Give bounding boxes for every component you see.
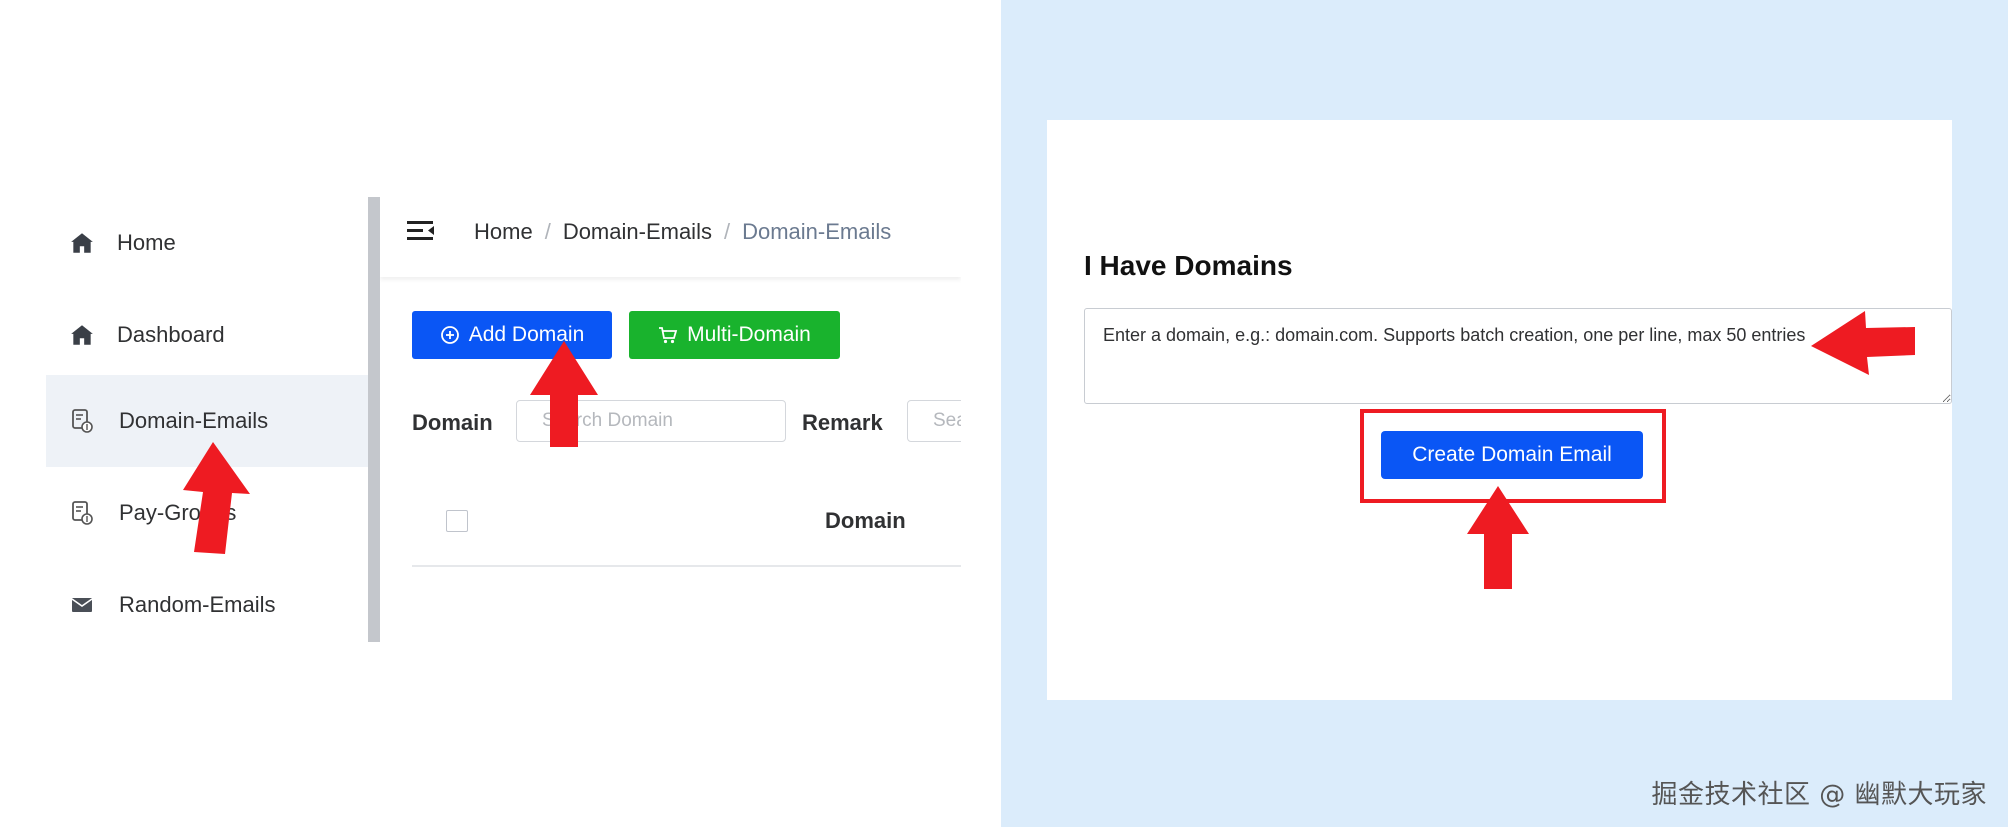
document-icon [68, 407, 96, 435]
domain-filter-label: Domain [412, 410, 493, 435]
mail-icon [68, 591, 96, 619]
sidebar-item-label: Domain-Emails [119, 408, 269, 433]
multi-domain-label: Multi-Domain [687, 323, 811, 346]
sidebar-item-label: Dashboard [117, 322, 225, 347]
sidebar-item-label: Pay-Groups [119, 500, 237, 525]
column-header-domain[interactable]: Domain [825, 508, 906, 534]
add-domain-button[interactable]: Add Domain [412, 311, 612, 359]
domain-search-input[interactable] [516, 400, 786, 442]
remark-search-input[interactable] [907, 400, 961, 442]
breadcrumb-separator: / [544, 219, 551, 244]
sidebar-item-label: Home [117, 230, 176, 255]
remark-filter-label: Remark [802, 410, 883, 435]
watermark: 掘金技术社区 @ 幽默大玩家 [1651, 780, 1987, 810]
sidebar: Home Dashboard Domain-Emails Pay-Groups … [46, 197, 379, 642]
breadcrumb-current: Domain-Emails [742, 219, 892, 244]
sidebar-item-dashboard[interactable]: Dashboard [46, 289, 379, 381]
sidebar-item-domain-emails[interactable]: Domain-Emails [46, 375, 379, 467]
sidebar-item-home[interactable]: Home [46, 197, 379, 289]
plus-circle-icon [440, 325, 460, 345]
admin-screenshot-panel: Home Dashboard Domain-Emails Pay-Groups … [0, 0, 1001, 827]
form-title: I Have Domains [1084, 250, 1293, 281]
home-icon [68, 321, 96, 349]
breadcrumb: Home / Domain-Emails / Domain-Emails [474, 219, 891, 245]
breadcrumb-separator: / [723, 219, 731, 244]
domain-form-panel: I Have Domains Create Domain Email 掘金技术社… [1001, 0, 2008, 827]
domain-form-card: I Have Domains Create Domain Email [1047, 120, 1952, 700]
document-icon [68, 499, 96, 527]
sidebar-item-pay-groups[interactable]: Pay-Groups [46, 467, 379, 559]
add-domain-label: Add Domain [468, 323, 585, 346]
sidebar-item-random-emails[interactable]: Random-Emails [46, 559, 379, 651]
breadcrumb-item-home[interactable]: Home [474, 219, 533, 244]
table-header: Domain [412, 480, 961, 567]
cart-icon [658, 325, 678, 345]
menu-fold-icon[interactable] [407, 219, 435, 243]
sidebar-item-label: Random-Emails [119, 592, 276, 617]
topbar: Home / Domain-Emails / Domain-Emails [380, 197, 961, 277]
create-domain-email-button[interactable]: Create Domain Email [1381, 431, 1643, 479]
multi-domain-button[interactable]: Multi-Domain [629, 311, 840, 359]
main-content: Home / Domain-Emails / Domain-Emails Add Dom… [380, 197, 961, 642]
home-icon [68, 229, 96, 257]
domain-textarea[interactable] [1084, 308, 1952, 404]
breadcrumb-item-domain-emails[interactable]: Domain-Emails [563, 219, 712, 244]
select-all-checkbox[interactable] [446, 510, 468, 532]
sidebar-scrollbar[interactable] [368, 197, 380, 642]
